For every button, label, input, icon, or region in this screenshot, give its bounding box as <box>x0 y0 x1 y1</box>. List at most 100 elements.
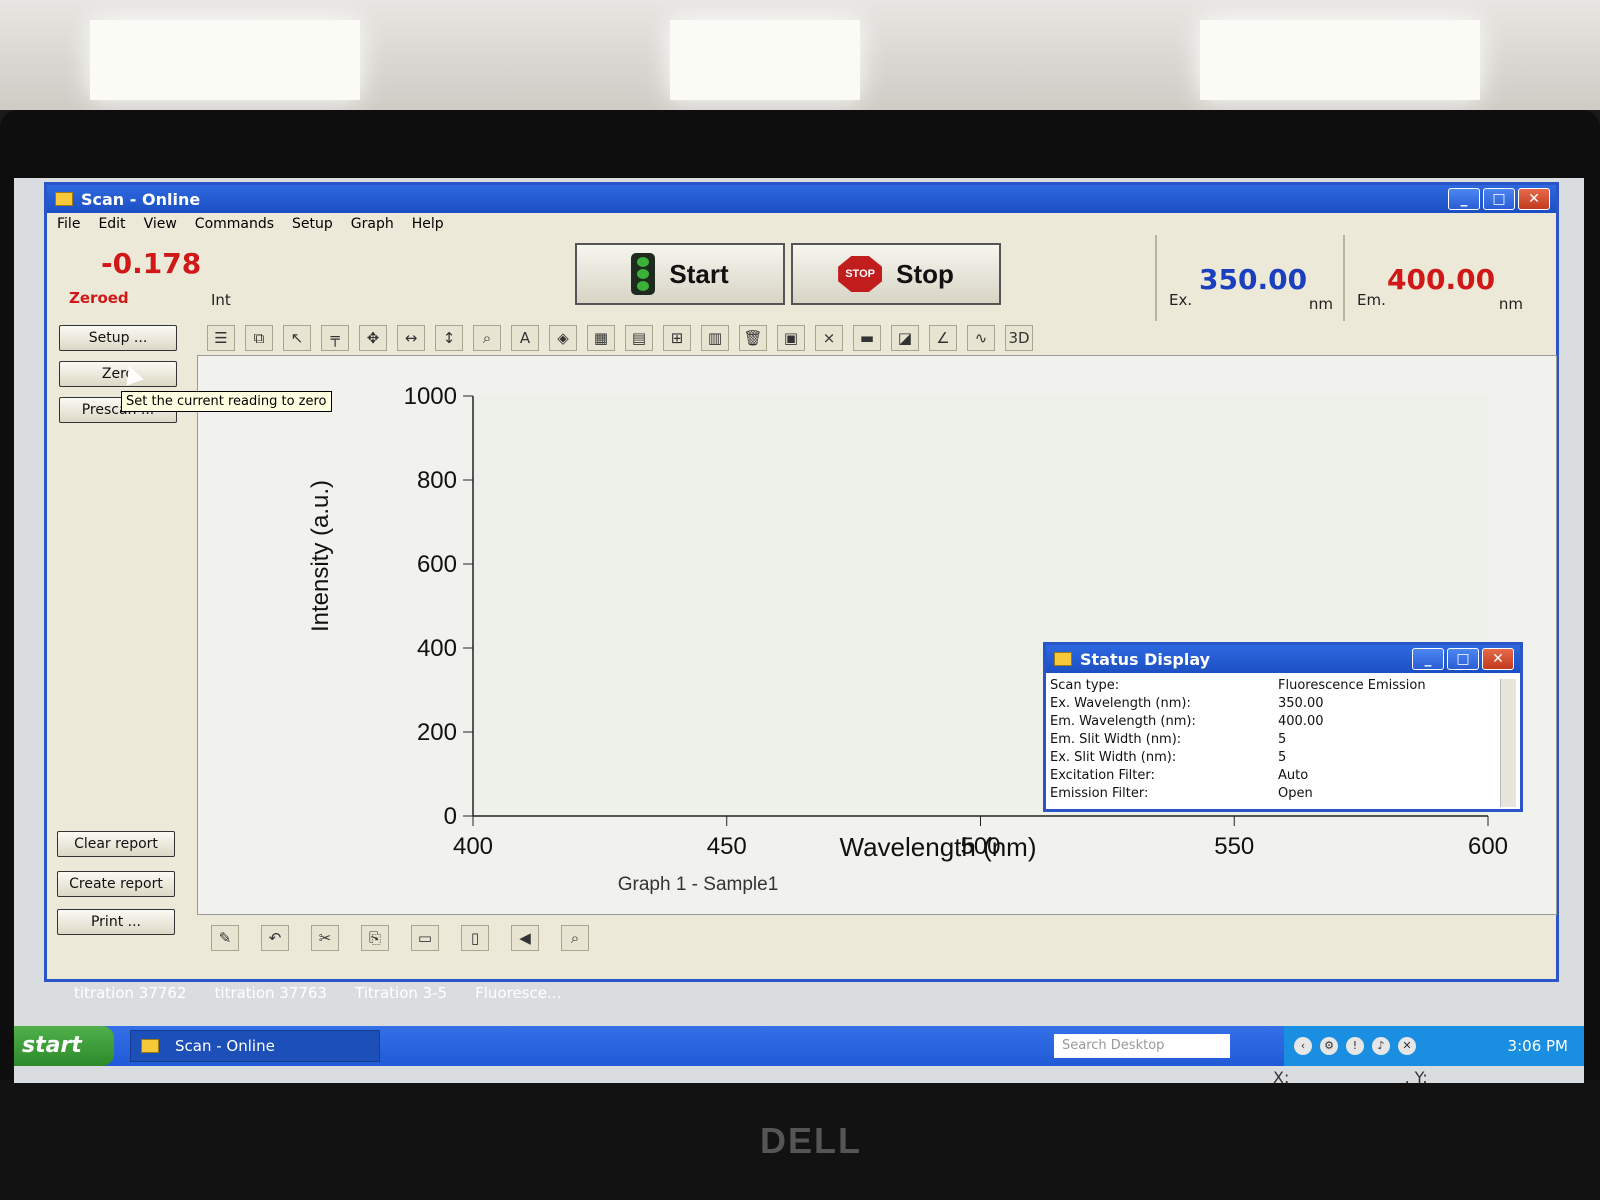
zero-button[interactable]: Zero <box>59 361 177 387</box>
setup-button[interactable]: Setup ... <box>59 325 177 351</box>
copy-graph-icon[interactable]: ▤ <box>625 325 653 351</box>
status-table: Scan type: Fluorescence Emission Ex. Wavel… <box>1046 673 1520 803</box>
x-transform-icon[interactable]: ∠ <box>929 325 957 351</box>
spectrum-icon[interactable]: ◪ <box>891 325 919 351</box>
horizontal-resize-icon[interactable]: ↔ <box>397 325 425 351</box>
graph-icon[interactable]: ⧉ <box>245 325 273 351</box>
status-display-window: Status Display _ □ ✕ Scan type: Fluoresce… <box>1043 642 1523 812</box>
status-scrollbar[interactable] <box>1500 679 1516 807</box>
print-preview-icon[interactable]: ⌕ <box>561 925 589 951</box>
desktop-icon-label[interactable]: Fluoresce... <box>475 984 561 1002</box>
tray-security-icon[interactable]: ✕ <box>1398 1037 1416 1055</box>
calculator-icon[interactable]: ▣ <box>777 325 805 351</box>
paste-icon[interactable]: ▭ <box>411 925 439 951</box>
status-row: Excitation Filter: Auto <box>1046 767 1520 785</box>
x-tick-label: 450 <box>707 833 747 860</box>
print-button[interactable]: Print ... <box>57 909 175 935</box>
paste-special-icon[interactable]: ▯ <box>461 925 489 951</box>
overlay-icon[interactable]: ▦ <box>587 325 615 351</box>
menu-help[interactable]: Help <box>412 216 444 232</box>
keypad-icon[interactable]: ▬ <box>853 325 881 351</box>
status-row: Emission Filter: Open <box>1046 785 1520 803</box>
tray-shield-icon[interactable]: ! <box>1346 1037 1364 1055</box>
x-tick-label: 600 <box>1468 833 1508 860</box>
status-title: Status Display <box>1080 649 1211 669</box>
status-value: Fluorescence Emission <box>1278 678 1426 693</box>
desktop-icon-label[interactable]: titration 37762 <box>74 984 187 1002</box>
maximize-button[interactable]: □ <box>1483 188 1515 210</box>
axis-icon[interactable]: ⊞ <box>663 325 691 351</box>
status-key: Em. Wavelength (nm): <box>1050 714 1196 729</box>
copy-icon[interactable]: ⎘ <box>361 925 389 951</box>
shape-icon[interactable]: ◈ <box>549 325 577 351</box>
status-row: Ex. Slit Width (nm): 5 <box>1046 749 1520 767</box>
desktop-icon-label[interactable]: titration 37763 <box>215 984 328 1002</box>
stop-sign-icon: STOP <box>838 256 883 292</box>
dell-logo: DELL <box>760 1120 862 1161</box>
3d-icon[interactable]: 3D <box>1005 325 1033 351</box>
y-tick-label: 800 <box>417 467 457 494</box>
edit-icon[interactable]: ✎ <box>211 925 239 951</box>
text-icon[interactable]: A <box>511 325 539 351</box>
status-key: Emission Filter: <box>1050 786 1149 801</box>
scan-window: Scan - Online _ □ ✕ File Edit View Comma… <box>44 182 1559 1083</box>
status-value: 5 <box>1278 732 1287 747</box>
reading-value: -0.178 <box>101 247 202 280</box>
graph-toolbar: ☰ ⧉ ↖ ╤ ✥ ↔ ↕ ⌕ A ◈ ▦ ▤ ⊞ ▥ 🗑 ▣ ⨯ ▬ ◪ ∠ … <box>197 321 1557 355</box>
undo-icon[interactable]: ↶ <box>261 925 289 951</box>
close-button[interactable]: ✕ <box>1518 188 1550 210</box>
cut-icon[interactable]: ✂ <box>311 925 339 951</box>
clear-report-button[interactable]: Clear report <box>57 831 175 857</box>
zoom-icon[interactable]: ⌕ <box>473 325 501 351</box>
y-tick-label: 600 <box>417 551 457 578</box>
menu-file[interactable]: File <box>57 216 80 232</box>
start-button[interactable]: Start <box>575 243 785 305</box>
list-icon[interactable]: ☰ <box>207 325 235 351</box>
chart[interactable]: 02004006008001000400 450 500 550 600 Wavelen… <box>198 356 1558 916</box>
emission-display: 400.00 Em. nm <box>1343 235 1533 321</box>
menu-commands[interactable]: Commands <box>195 216 274 232</box>
taskbar-item-scan[interactable]: Scan - Online <box>130 1030 380 1062</box>
menu-graph[interactable]: Graph <box>351 216 394 232</box>
minimize-button[interactable]: _ <box>1448 188 1480 210</box>
status-close-button[interactable]: ✕ <box>1482 648 1514 670</box>
data-icon[interactable]: ▥ <box>701 325 729 351</box>
status-value: 400.00 <box>1278 714 1324 729</box>
tray-speaker-icon[interactable]: ♪ <box>1372 1037 1390 1055</box>
y-tick-label: 1000 <box>404 383 457 410</box>
send-icon[interactable]: ◀ <box>511 925 539 951</box>
menu-edit[interactable]: Edit <box>98 216 125 232</box>
curve-icon[interactable]: ∿ <box>967 325 995 351</box>
desktop-icons: titration 37762 titration 37763 Titratio… <box>74 984 561 1002</box>
start-menu-button[interactable]: start <box>14 1026 114 1066</box>
peak-icon[interactable]: ⨯ <box>815 325 843 351</box>
excitation-unit: nm <box>1308 295 1333 313</box>
status-maximize-button[interactable]: □ <box>1447 648 1479 670</box>
status-minimize-button[interactable]: _ <box>1412 648 1444 670</box>
status-value: Open <box>1278 786 1313 801</box>
menu-setup[interactable]: Setup <box>292 216 333 232</box>
pointer-icon[interactable]: ↖ <box>283 325 311 351</box>
titlebar[interactable]: Scan - Online _ □ ✕ <box>47 185 1556 213</box>
excitation-display: 350.00 Ex. nm <box>1155 235 1343 321</box>
create-report-button[interactable]: Create report <box>57 871 175 897</box>
x-tick-label: 400 <box>453 833 493 860</box>
tray-arrow-icon[interactable]: ‹ <box>1294 1037 1312 1055</box>
trash-icon[interactable]: 🗑 <box>739 325 767 351</box>
tray-network-icon[interactable]: ⚙ <box>1320 1037 1338 1055</box>
control-strip: -0.178 Zeroed Int Start STOP Stop 350.00… <box>47 235 1556 321</box>
graph-area[interactable]: 0 200 400 600 800 1000 400 450 500 550 600 Wavelen… <box>197 355 1558 1083</box>
status-titlebar[interactable]: Status Display _ □ ✕ <box>1046 645 1520 673</box>
stop-button[interactable]: STOP Stop <box>791 243 1001 305</box>
menu-view[interactable]: View <box>144 216 177 232</box>
move-icon[interactable]: ✥ <box>359 325 387 351</box>
status-row: Ex. Wavelength (nm): 350.00 <box>1046 695 1520 713</box>
y-tick-label: 200 <box>417 719 457 746</box>
window-title: Scan - Online <box>81 189 201 209</box>
desktop-icon-label[interactable]: Titration 3-5 <box>355 984 447 1002</box>
cursor-lines-icon[interactable]: ╤ <box>321 325 349 351</box>
y-readout: , Y: <box>1404 1068 1428 1083</box>
search-desktop-input[interactable]: Search Desktop <box>1054 1034 1230 1058</box>
status-row: Em. Slit Width (nm): 5 <box>1046 731 1520 749</box>
vertical-resize-icon[interactable]: ↕ <box>435 325 463 351</box>
